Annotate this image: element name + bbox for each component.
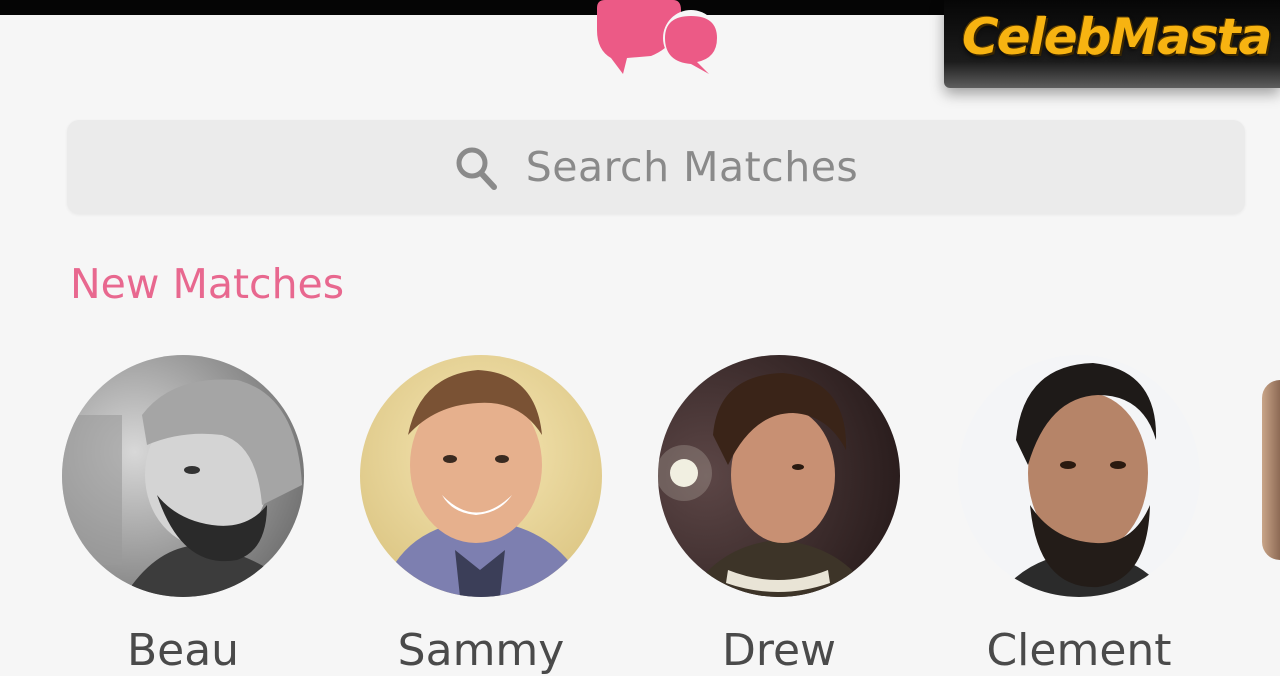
match-card-drew[interactable]: Drew bbox=[658, 355, 900, 676]
new-matches-title: New Matches bbox=[70, 260, 345, 308]
match-card-clement[interactable]: Clement bbox=[958, 355, 1200, 676]
search-input[interactable]: Search Matches bbox=[67, 120, 1245, 214]
match-name: Beau bbox=[126, 625, 240, 676]
avatar[interactable] bbox=[958, 355, 1200, 597]
match-name: Clement bbox=[986, 625, 1172, 676]
avatar[interactable] bbox=[658, 355, 900, 597]
watermark-logo: CelebMasta bbox=[944, 0, 1280, 88]
search-placeholder: Search Matches bbox=[525, 143, 859, 191]
avatar[interactable] bbox=[62, 355, 304, 597]
match-name: Sammy bbox=[397, 625, 565, 676]
match-card-sammy[interactable]: Sammy bbox=[360, 355, 602, 676]
match-name: Drew bbox=[721, 625, 837, 676]
watermark-text: CelebMasta bbox=[962, 8, 1272, 66]
avatar[interactable] bbox=[1262, 380, 1280, 560]
search-icon bbox=[456, 147, 497, 190]
match-card-beau[interactable]: Beau bbox=[62, 355, 304, 676]
avatar[interactable] bbox=[360, 355, 602, 597]
chat-bubbles-icon bbox=[595, 0, 725, 80]
